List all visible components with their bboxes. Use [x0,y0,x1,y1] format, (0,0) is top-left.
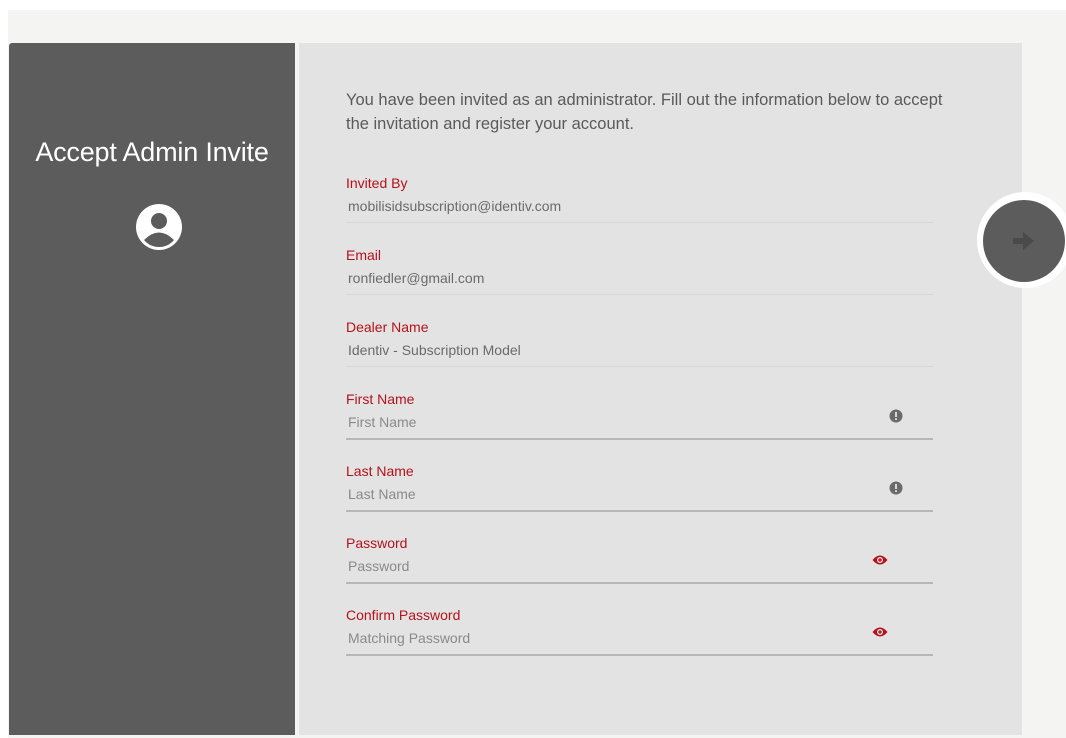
invited-by-label: Invited By [346,175,408,191]
dealer-name-value: Identiv - Subscription Model [348,342,521,358]
password-input[interactable] [346,554,870,578]
invited-by-value: mobilisidsubscription@identiv.com [348,198,562,214]
eye-icon[interactable] [872,626,888,638]
field-underline [346,438,933,440]
sidebar-panel: Accept Admin Invite [9,43,295,735]
last-name-input[interactable] [346,482,870,506]
dealer-name-label: Dealer Name [346,319,429,335]
invited-by-field: Invited By mobilisidsubscription@identiv… [346,175,933,225]
user-circle-icon [136,204,182,250]
field-underline [346,510,933,512]
confirm-password-input[interactable] [346,626,870,650]
info-circle-icon[interactable] [889,409,903,423]
confirm-password-field: Confirm Password [346,607,933,657]
field-underline [346,654,933,656]
field-divider [346,366,933,367]
field-divider [346,294,933,295]
last-name-field: Last Name [346,463,933,513]
submit-button[interactable] [983,200,1065,282]
info-circle-icon[interactable] [889,481,903,495]
field-underline [346,582,933,584]
first-name-field: First Name [346,391,933,441]
dealer-name-field: Dealer Name Identiv - Subscription Model [346,319,933,369]
first-name-label: First Name [346,391,415,407]
arrow-right-icon [1013,232,1034,250]
confirm-password-label: Confirm Password [346,607,461,623]
email-field: Email ronfiedler@gmail.com [346,247,933,297]
password-field: Password [346,535,933,585]
first-name-input[interactable] [346,410,870,434]
eye-icon[interactable] [872,554,888,566]
email-label: Email [346,247,382,263]
field-divider [346,222,933,223]
page-title: Accept Admin Invite [35,137,269,167]
password-label: Password [346,535,408,551]
last-name-label: Last Name [346,463,414,479]
intro-text: You have been invited as an administrato… [346,91,943,133]
email-value: ronfiedler@gmail.com [348,270,485,286]
